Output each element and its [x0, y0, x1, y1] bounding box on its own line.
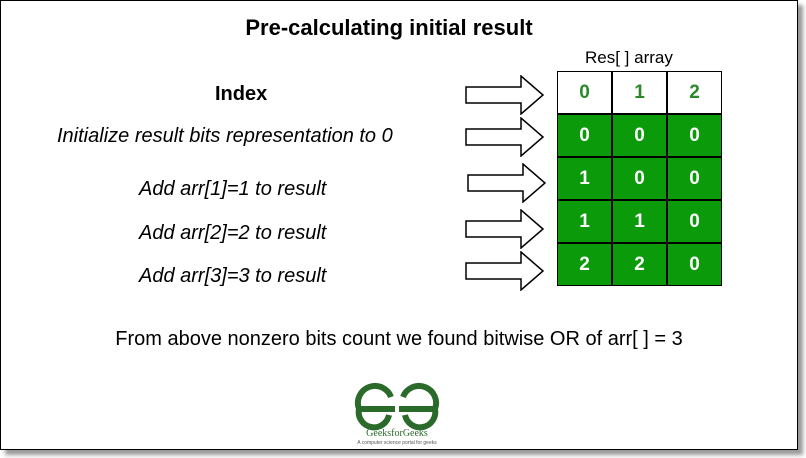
logo-wordmark: GeeksforGeeks: [366, 428, 428, 439]
index-cell: 2: [667, 71, 722, 114]
row-label-add-1: Add arr[1]=1 to result: [139, 178, 327, 200]
arrow-icon: [467, 163, 547, 203]
row-label-initialize: Initialize result bits representation to…: [57, 125, 393, 147]
arrow-icon: [465, 209, 545, 249]
res-array-grid: 0 1 2 0 0 0 1 0 0 1 1 0 2 2 0: [557, 71, 723, 287]
arrow-icon: [465, 117, 545, 157]
diagram-title: Pre-calculating initial result: [245, 15, 533, 40]
value-cell: 0: [557, 114, 612, 157]
footer-conclusion: From above nonzero bits count we found b…: [115, 328, 683, 350]
value-cell: 0: [667, 114, 722, 157]
arrow-icon: [465, 251, 545, 291]
value-cell: 1: [557, 157, 612, 200]
value-cell: 0: [667, 157, 722, 200]
index-cell: 1: [612, 71, 667, 114]
index-cell: 0: [557, 71, 612, 114]
array-caption: Res[ ] array: [585, 48, 673, 67]
value-cell: 2: [612, 243, 667, 286]
value-cell: 0: [667, 200, 722, 243]
row-label-index: Index: [215, 83, 268, 105]
value-cell: 1: [612, 200, 667, 243]
value-cell: 0: [667, 243, 722, 286]
logo-tagline: A computer science portal for geeks: [357, 440, 437, 446]
arrow-icon: [465, 75, 545, 115]
row-label-add-2: Add arr[2]=2 to result: [139, 222, 327, 244]
value-cell: 0: [612, 157, 667, 200]
value-cell: 0: [612, 114, 667, 157]
diagram-frame: Pre-calculating initial result Res[ ] ar…: [0, 0, 798, 450]
value-cell: 2: [557, 243, 612, 286]
value-cell: 1: [557, 200, 612, 243]
row-label-add-3: Add arr[3]=3 to result: [139, 265, 327, 287]
